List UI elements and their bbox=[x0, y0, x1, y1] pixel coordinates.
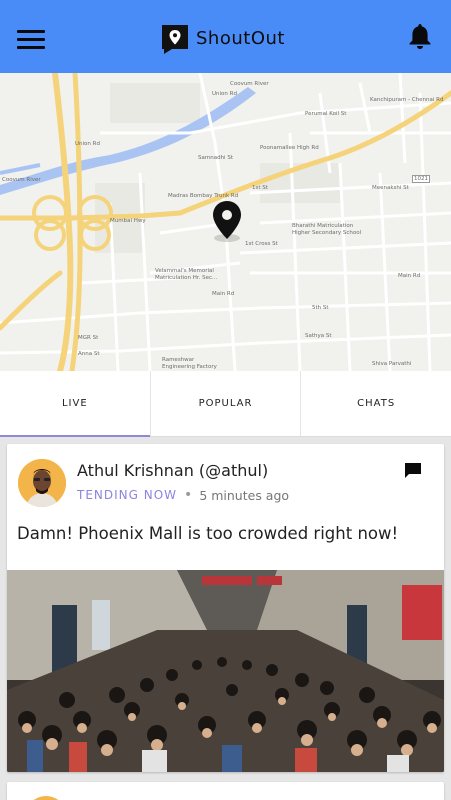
tab-live[interactable]: LIVE bbox=[0, 371, 151, 437]
post-author[interactable]: Athul Krishnan (@athul) bbox=[77, 461, 268, 480]
map-label: Velammal's Memorial Matriculation Hr. Se… bbox=[155, 268, 218, 281]
feed-tabs: LIVE POPULAR CHATS bbox=[0, 371, 451, 437]
map-label: Shiva Parvathi bbox=[372, 361, 412, 367]
tab-label: LIVE bbox=[61, 398, 88, 409]
map-label: Poonamallee High Rd bbox=[260, 145, 319, 151]
avatar[interactable] bbox=[25, 796, 67, 800]
map-label: 5th St bbox=[312, 305, 329, 311]
map-label: Mumbai Hwy bbox=[110, 218, 146, 224]
map-label: Main Rd bbox=[398, 273, 421, 279]
bell-icon[interactable] bbox=[406, 21, 434, 51]
map-label: 1st St bbox=[252, 185, 268, 191]
post-meta: TENDING NOW • 5 minutes ago bbox=[77, 487, 289, 503]
post-text: Damn! Phoenix Mall is too crowded right … bbox=[17, 524, 399, 543]
map-label: Union Rd bbox=[212, 91, 237, 97]
map-label: Samnadhi St bbox=[198, 155, 233, 161]
app-title: ShoutOut bbox=[196, 27, 285, 49]
map-label: Perumal Koil St bbox=[305, 111, 347, 117]
map-label: Union Rd bbox=[75, 141, 100, 147]
post-card[interactable]: Athul Krishnan (@athul) TENDING NOW • 5 … bbox=[7, 444, 444, 772]
map-label: Coovum River bbox=[230, 81, 269, 87]
tab-label: POPULAR bbox=[198, 398, 253, 409]
map-roads bbox=[0, 73, 451, 371]
tab-label: CHATS bbox=[357, 398, 396, 409]
status-badge: TENDING NOW bbox=[77, 488, 178, 502]
map-label: Coovum River bbox=[2, 177, 41, 183]
map-label: Anna St bbox=[78, 351, 100, 357]
map-label: 1st Cross St bbox=[245, 241, 278, 247]
app-logo: ShoutOut bbox=[160, 22, 285, 54]
location-map[interactable]: Union Rd Union Rd Coovum River Coovum Ri… bbox=[0, 73, 451, 371]
route-shield: 1021 bbox=[412, 175, 430, 183]
hamburger-menu-icon[interactable] bbox=[17, 30, 45, 50]
map-label: Kanchipuram - Chennai Rd bbox=[370, 97, 444, 103]
tab-popular[interactable]: POPULAR bbox=[151, 371, 302, 436]
post-timestamp: 5 minutes ago bbox=[199, 487, 290, 503]
map-label: Bharathi Matriculation Higher Secondary … bbox=[292, 223, 362, 236]
map-label: MGR St bbox=[78, 335, 99, 341]
post-card[interactable] bbox=[7, 782, 444, 800]
post-image[interactable] bbox=[7, 570, 444, 772]
map-label: Meenakshi St bbox=[372, 185, 409, 191]
app-header: ShoutOut bbox=[0, 0, 451, 73]
location-pin-icon bbox=[213, 201, 241, 242]
chat-bubble-icon[interactable] bbox=[405, 463, 421, 478]
map-label: Rameshwar Engineering Factory bbox=[162, 357, 217, 370]
map-label: Sathya St bbox=[305, 333, 332, 339]
map-label: Main Rd bbox=[212, 291, 235, 297]
logo-pin-icon bbox=[160, 23, 190, 54]
meta-separator: • bbox=[184, 487, 193, 503]
tab-chats[interactable]: CHATS bbox=[301, 371, 451, 436]
map-label: Madras Bombay Trunk Rd bbox=[168, 193, 239, 199]
avatar[interactable] bbox=[18, 459, 66, 507]
